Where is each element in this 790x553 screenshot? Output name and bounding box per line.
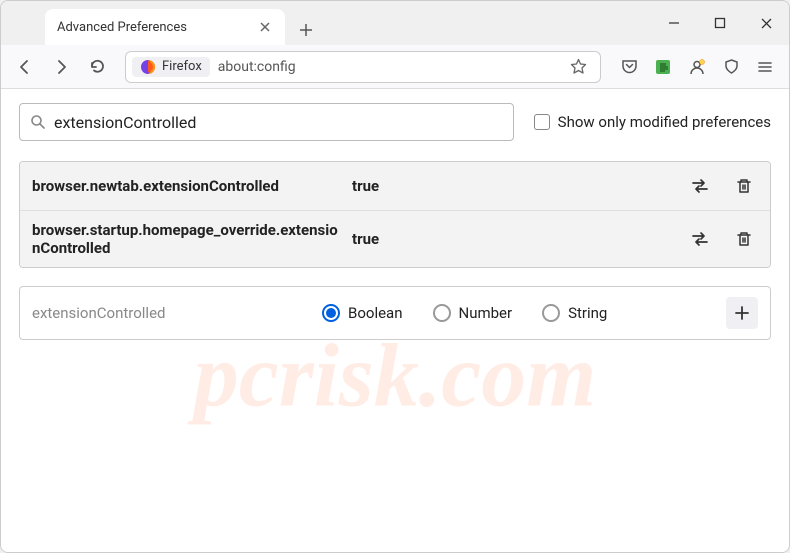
toggle-button[interactable] (686, 172, 714, 200)
show-modified-checkbox[interactable]: Show only modified preferences (534, 113, 771, 131)
adguard-icon[interactable] (715, 51, 747, 83)
new-preference-row: extensionControlled Boolean Number Strin… (19, 286, 771, 340)
preference-row[interactable]: browser.newtab.extensionControlled true (20, 162, 770, 211)
preference-name: browser.startup.homepage_override.extens… (32, 221, 342, 257)
identity-badge[interactable]: Firefox (132, 57, 210, 77)
minimize-button[interactable] (651, 1, 697, 45)
back-button[interactable] (9, 51, 41, 83)
radio-icon (433, 304, 451, 322)
nav-toolbar: Firefox about:config (1, 45, 789, 89)
preference-row[interactable]: browser.startup.homepage_override.extens… (20, 211, 770, 267)
radio-icon (322, 304, 340, 322)
firefox-icon (140, 59, 156, 75)
radio-label: Number (459, 304, 513, 322)
close-tab-icon[interactable] (257, 19, 273, 35)
extension-icon[interactable] (647, 51, 679, 83)
identity-label: Firefox (162, 59, 202, 74)
tab-active[interactable]: Advanced Preferences (45, 9, 285, 45)
bookmark-star-icon[interactable] (562, 51, 594, 83)
address-bar[interactable]: Firefox about:config (125, 51, 601, 83)
url-text: about:config (218, 59, 296, 75)
search-input[interactable]: extensionControlled (19, 103, 514, 141)
radio-number[interactable]: Number (433, 304, 513, 322)
radio-string[interactable]: String (542, 304, 607, 322)
delete-button[interactable] (730, 172, 758, 200)
radio-boolean[interactable]: Boolean (322, 304, 403, 322)
tab-strip: Advanced Preferences (1, 1, 321, 45)
type-radio-group: Boolean Number String (322, 304, 716, 322)
close-window-button[interactable] (743, 1, 789, 45)
account-icon[interactable] (681, 51, 713, 83)
checkbox-icon (534, 114, 550, 130)
pocket-icon[interactable] (613, 51, 645, 83)
radio-icon (542, 304, 560, 322)
preference-list: browser.newtab.extensionControlled true … (19, 161, 771, 268)
toggle-button[interactable] (686, 225, 714, 253)
window-controls (651, 1, 789, 45)
search-value: extensionControlled (54, 113, 196, 132)
preference-value: true (352, 230, 676, 248)
forward-button[interactable] (45, 51, 77, 83)
preference-name: browser.newtab.extensionControlled (32, 177, 342, 195)
radio-label: Boolean (348, 304, 403, 322)
new-tab-button[interactable] (291, 15, 321, 45)
add-button[interactable] (726, 297, 758, 329)
tab-title: Advanced Preferences (57, 20, 187, 35)
preference-value: true (352, 177, 676, 195)
search-icon (30, 114, 46, 130)
menu-icon[interactable] (749, 51, 781, 83)
page-content: pcrisk.com extensionControlled Show only… (1, 89, 789, 552)
delete-button[interactable] (730, 225, 758, 253)
maximize-button[interactable] (697, 1, 743, 45)
show-modified-label: Show only modified preferences (558, 113, 771, 131)
titlebar: Advanced Preferences (1, 1, 789, 45)
reload-button[interactable] (81, 51, 113, 83)
new-preference-name: extensionControlled (32, 304, 312, 322)
radio-label: String (568, 304, 607, 322)
